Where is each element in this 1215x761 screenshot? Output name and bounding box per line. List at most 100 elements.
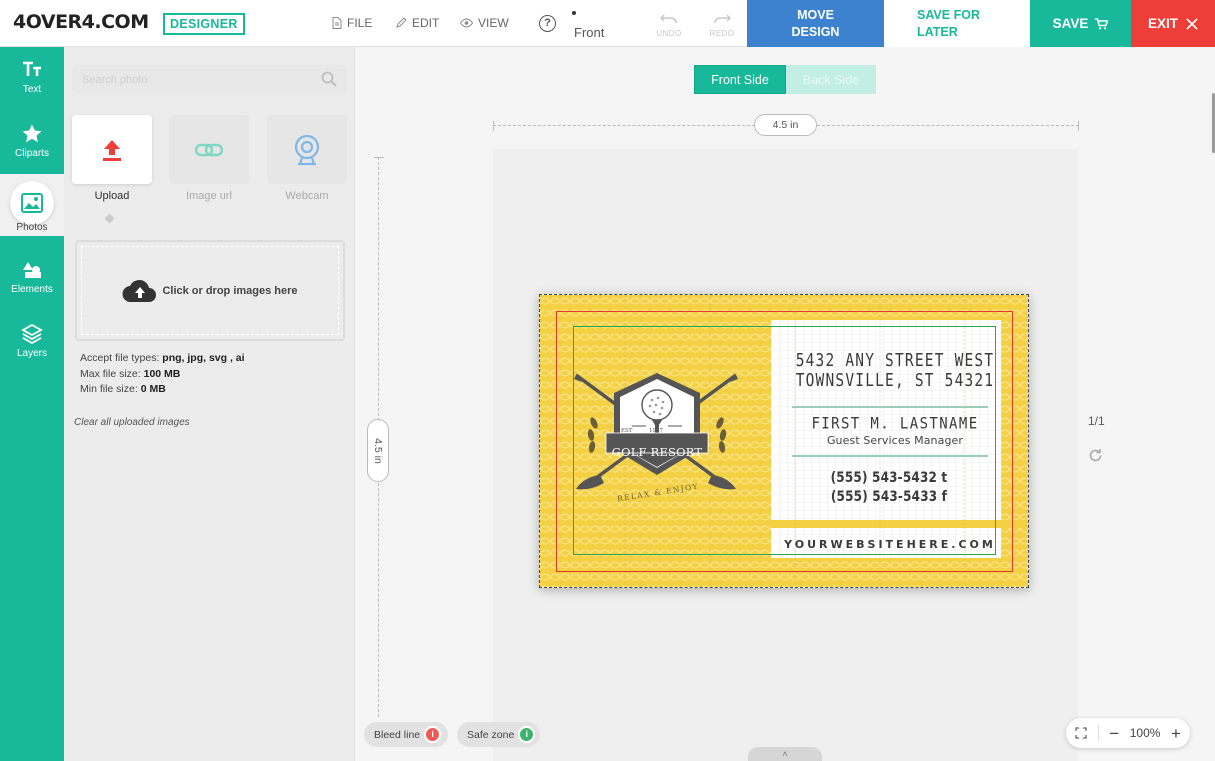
move-design-line2: DESIGN: [791, 25, 840, 39]
safe-info-icon: i: [518, 726, 536, 743]
min-size-value: 0 MB: [140, 383, 166, 395]
side-indicator-dot: [572, 11, 576, 15]
photo-search-input[interactable]: [72, 65, 302, 94]
rail-elements-label: Elements: [11, 284, 53, 295]
webcam-source-tile[interactable]: [267, 115, 347, 184]
cart-icon: [1095, 17, 1109, 29]
card-address-line2[interactable]: TOWNSVILLE, ST 54321: [780, 371, 1010, 390]
image-url-source-label: Image url: [186, 190, 232, 202]
bleed-line-label: Bleed line: [374, 728, 421, 741]
rail-item-photos[interactable]: Photos: [0, 174, 64, 236]
dropzone-inner: Click or drop images here: [81, 246, 339, 335]
card-address-line1[interactable]: 5432 ANY STREET WEST: [780, 351, 1010, 370]
rail-layers-label: Layers: [16, 348, 47, 359]
star-icon: [22, 124, 42, 143]
search-icon[interactable]: [321, 71, 337, 87]
save-later-line1: SAVE FOR: [917, 8, 980, 22]
height-dimension-text: 4.5 in: [372, 437, 384, 464]
rail-cliparts-label: Cliparts: [15, 148, 49, 159]
save-for-later-button[interactable]: SAVE FOR LATER: [884, 0, 1030, 47]
tab-front-side[interactable]: Front Side: [694, 65, 786, 94]
upload-source-label: Upload: [94, 190, 130, 202]
edit-menu-label: EDIT: [412, 16, 440, 30]
rail-text-label: Text: [22, 84, 42, 95]
undo-label: UNDO: [656, 29, 682, 38]
upload-icon: [103, 139, 121, 161]
refresh-icon[interactable]: [1088, 448, 1103, 463]
zoom-in-icon[interactable]: +: [1171, 725, 1181, 742]
accepted-types-row: Accept file types: png, jpg, svg , ai: [80, 351, 245, 367]
page-count: 1/1: [1088, 414, 1105, 428]
emblem-year: 1927: [649, 428, 663, 434]
exit-button[interactable]: EXIT: [1131, 0, 1215, 47]
file-icon: [332, 17, 342, 29]
zoom-out-icon[interactable]: −: [1109, 725, 1119, 742]
edit-menu[interactable]: EDIT: [395, 16, 439, 30]
view-menu-label: VIEW: [478, 16, 509, 30]
tab-back-side[interactable]: Back Side: [786, 65, 876, 94]
bleed-info-icon: i: [424, 726, 442, 743]
rail-item-elements[interactable]: Elements: [0, 247, 64, 309]
rail-photos-label: Photos: [16, 222, 48, 233]
card-divider-bottom: [792, 455, 988, 457]
bottom-drawer-toggle[interactable]: ˄: [748, 747, 822, 761]
pencil-icon: [396, 17, 407, 28]
undo-button[interactable]: UNDO: [655, 10, 683, 38]
rail-item-cliparts[interactable]: Cliparts: [0, 111, 64, 173]
min-size-row: Min file size: 0 MB: [80, 382, 245, 398]
file-menu-label: FILE: [347, 16, 373, 30]
image-url-source-tile[interactable]: [169, 115, 249, 184]
image-dropzone[interactable]: Click or drop images here: [75, 240, 345, 341]
clear-uploads-link[interactable]: Clear all uploaded images: [74, 417, 190, 428]
card-job-title[interactable]: Guest Services Manager: [780, 434, 1010, 447]
webcam-source-label: Webcam: [285, 190, 329, 202]
help-button[interactable]: ?: [539, 15, 556, 32]
move-design-button[interactable]: MOVE DESIGN: [747, 0, 884, 47]
min-size-label: Min file size:: [80, 383, 141, 395]
bleed-line-toggle[interactable]: Bleed line i: [364, 722, 448, 747]
design-canvas: Front Side Back Side 4.5 in 4.5 in EST 1…: [355, 47, 1215, 761]
card-phone[interactable]: (555) 543-5432 t: [780, 469, 998, 486]
photo-icon: [21, 193, 43, 213]
save-label: SAVE: [1052, 16, 1089, 31]
shapes-icon: [23, 262, 41, 278]
undo-icon: [659, 14, 677, 24]
file-requirements: Accept file types: png, jpg, svg , ai Ma…: [80, 351, 245, 398]
save-later-line2: LATER: [917, 25, 958, 39]
zoom-level: 100%: [1129, 726, 1161, 740]
brand-logo[interactable]: 4OVER4.COM: [13, 11, 149, 33]
card-fax[interactable]: (555) 543-5433 f: [780, 488, 998, 505]
side-tabs: Front Side Back Side: [694, 65, 876, 94]
card-name[interactable]: FIRST M. LASTNAME: [780, 415, 1010, 433]
business-card[interactable]: EST 1927 GOLF RESORT RELAX & ENJOY 5432 …: [539, 294, 1029, 588]
width-dimension-label: 4.5 in: [754, 114, 817, 136]
rail-item-layers[interactable]: Layers: [0, 311, 64, 373]
card-divider-top: [792, 406, 988, 408]
emblem-name: GOLF RESORT: [611, 445, 703, 459]
text-icon: [23, 61, 41, 76]
fit-screen-icon[interactable]: [1075, 727, 1087, 739]
dropzone-text: Click or drop images here: [162, 284, 298, 297]
upload-source-tile[interactable]: [72, 115, 152, 184]
exit-label: EXIT: [1147, 16, 1178, 31]
designer-badge: DESIGNER: [163, 13, 245, 35]
accepted-types-label: Accept file types:: [80, 352, 163, 364]
close-icon: [1186, 17, 1198, 30]
save-button[interactable]: SAVE: [1030, 0, 1131, 47]
cloud-upload-icon: [122, 279, 157, 302]
zoom-controls: − 100% +: [1066, 718, 1190, 748]
card-website[interactable]: YOURWEBSITEHERE.COM: [780, 538, 1000, 551]
rail-item-text[interactable]: Text: [0, 47, 64, 109]
redo-button[interactable]: REDO: [708, 10, 736, 38]
file-menu[interactable]: FILE: [332, 16, 372, 30]
move-design-line1: MOVE: [797, 8, 834, 22]
redo-icon: [714, 14, 732, 24]
current-side-label[interactable]: Front: [574, 25, 604, 40]
max-size-value: 100 MB: [143, 367, 181, 380]
view-menu[interactable]: VIEW: [460, 16, 509, 30]
photo-search: [72, 65, 347, 94]
max-size-row: Max file size: 100 MB: [80, 367, 245, 383]
layers-icon: [21, 323, 43, 345]
safe-zone-toggle[interactable]: Safe zone i: [457, 722, 540, 747]
accepted-types-value: png, jpg, svg , ai: [162, 352, 245, 364]
